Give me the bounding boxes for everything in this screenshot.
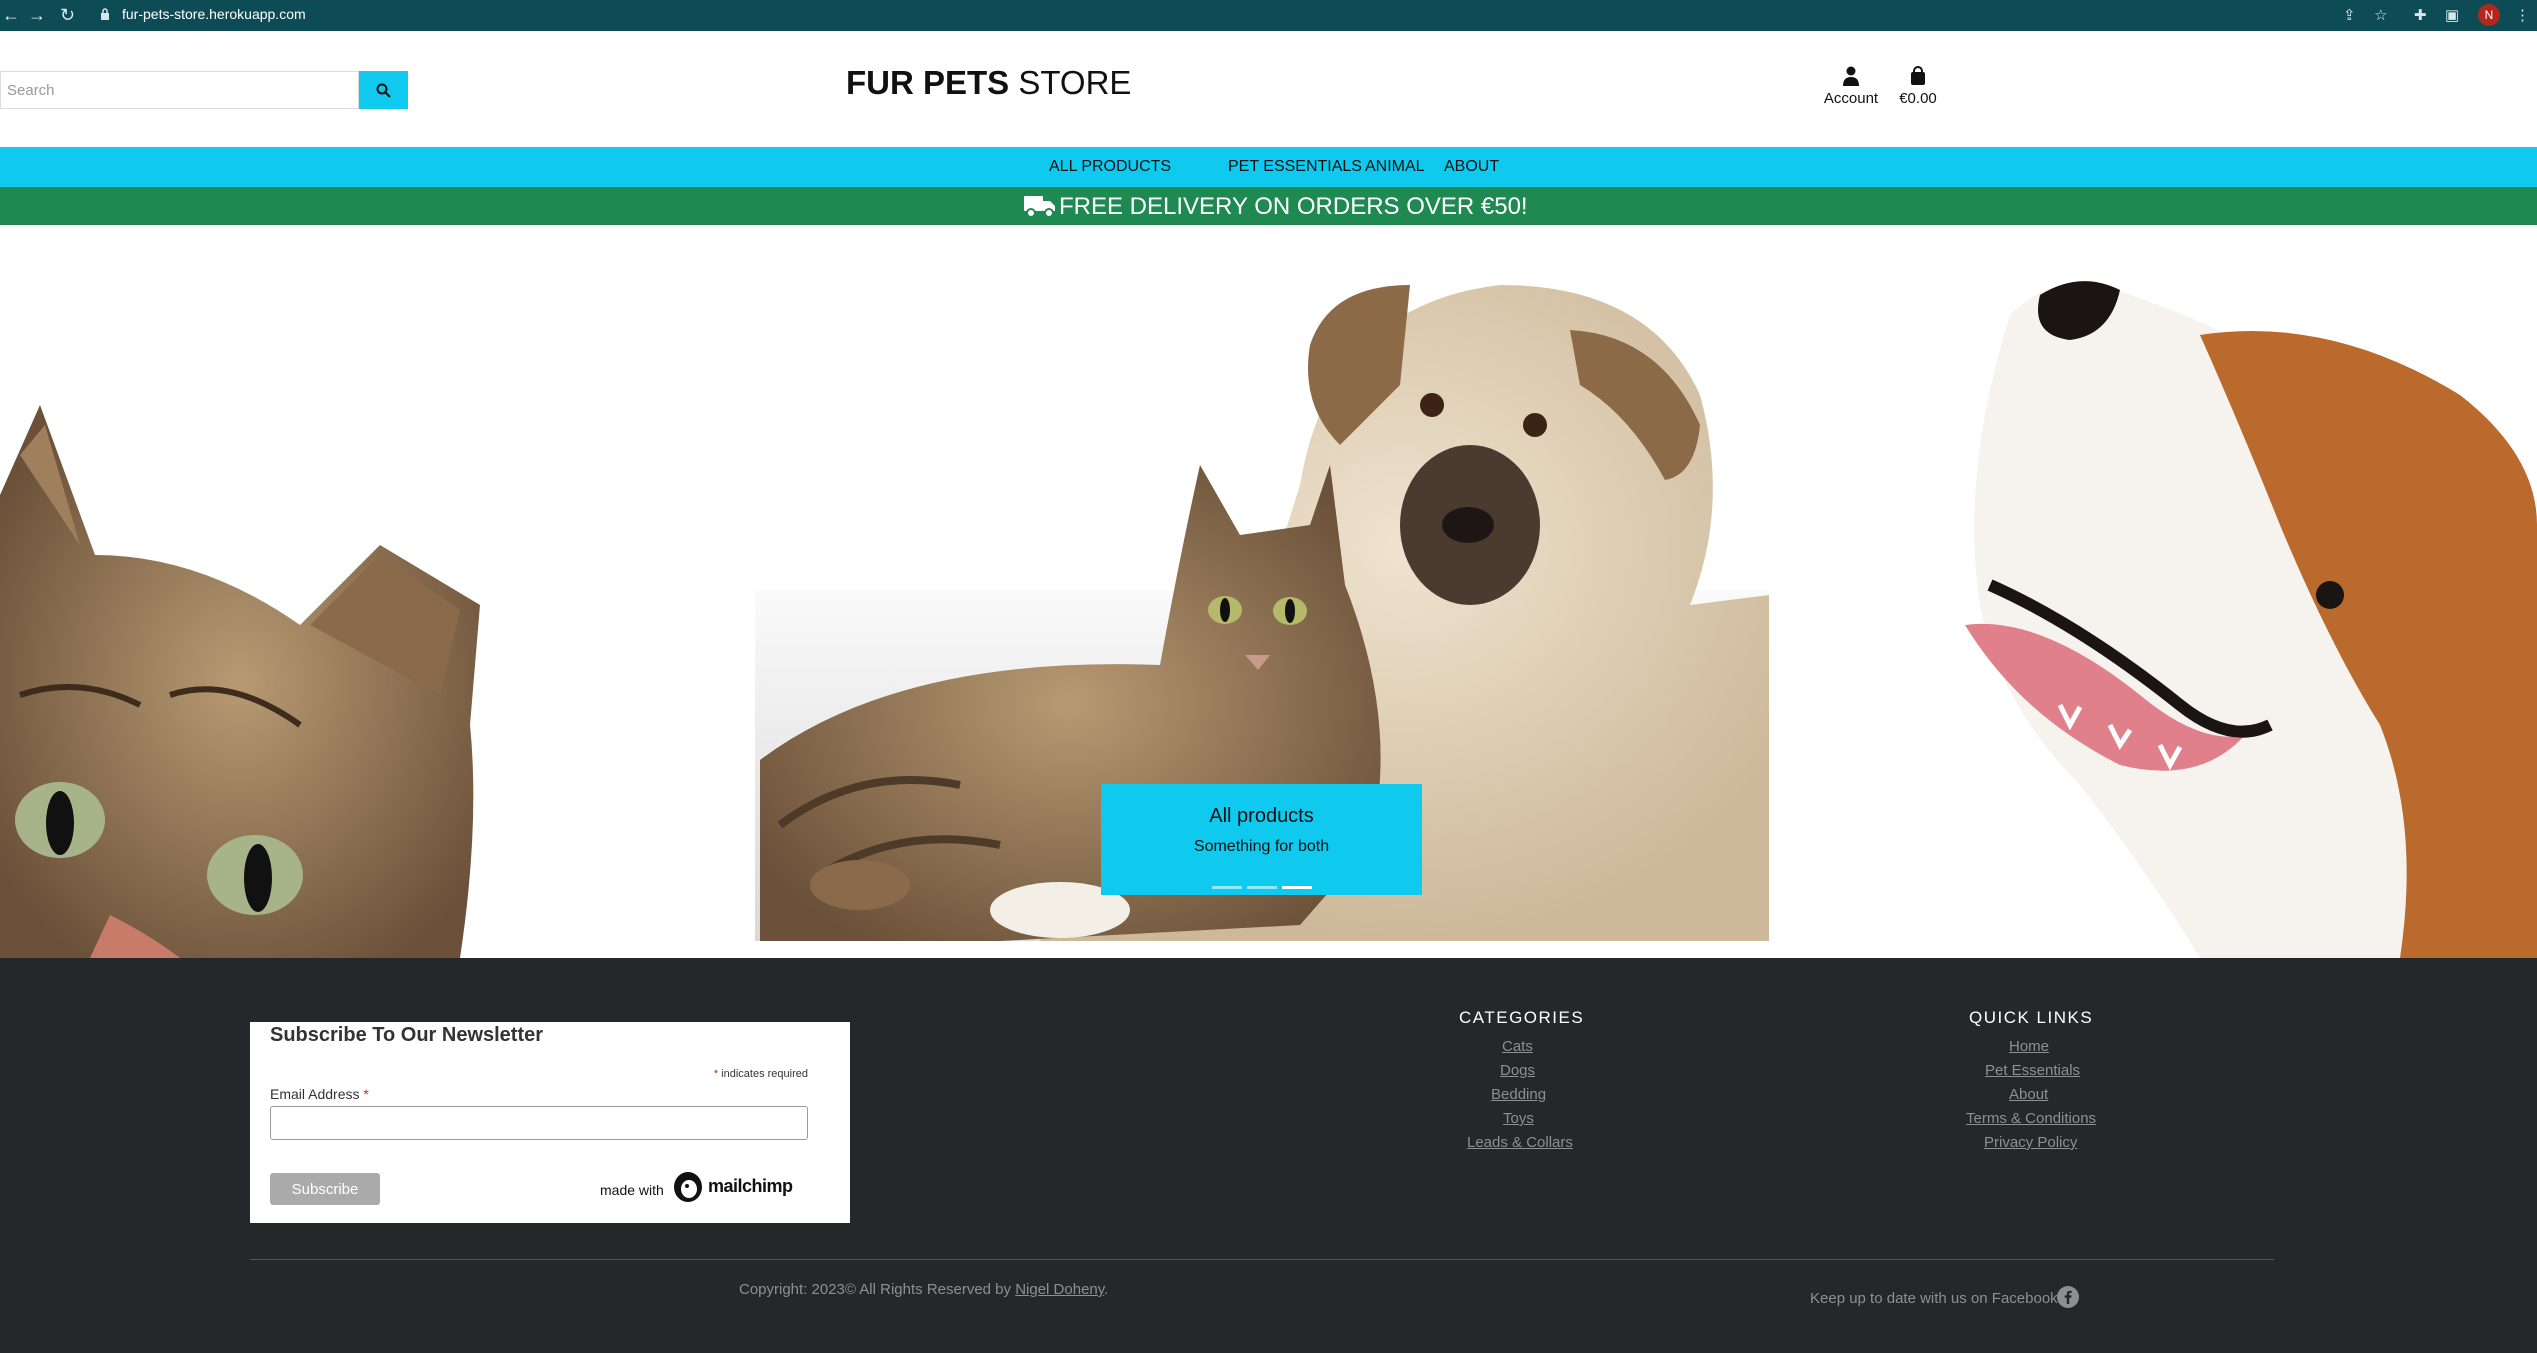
nav-pet-essentials[interactable]: PET ESSENTIALS [1228,158,1362,176]
categories-title: CATEGORIES [1459,1008,1585,1027]
address-bar[interactable]: fur-pets-store.herokuapp.com [122,6,306,22]
extensions-icon[interactable]: ✚ [2414,6,2427,24]
subscribe-button[interactable]: Subscribe [270,1173,380,1205]
shopping-bag-icon [1911,66,1925,85]
search-button[interactable] [359,71,408,109]
nav-about[interactable]: ABOUT [1444,158,1499,176]
right-dog-illustration [1965,281,2537,958]
made-with-text: made with [600,1182,664,1198]
carousel-indicator-2[interactable] [1247,886,1277,889]
footer-divider [250,1259,2274,1260]
star-icon[interactable]: ☆ [2374,6,2387,24]
browser-toolbar: ← → ↻ fur-pets-store.herokuapp.com ⇪ ☆ ✚… [0,0,2537,31]
shopping-bag-link[interactable]: €0.00 [1893,66,1943,107]
mailchimp-logo-text[interactable]: mailchimp [708,1176,793,1197]
category-link-dogs[interactable]: Dogs [1500,1062,1535,1079]
delivery-message: FREE DELIVERY ON ORDERS OVER €50! [1059,193,1528,220]
nav-animal[interactable]: ANIMAL [1365,158,1425,176]
share-icon[interactable]: ⇪ [2343,6,2356,24]
category-link-leads-collars[interactable]: Leads & Collars [1467,1134,1573,1151]
back-arrow-icon[interactable]: ← [2,4,20,26]
account-label: Account [1823,90,1879,107]
search-icon [376,83,391,98]
facebook-icon[interactable] [2057,1286,2079,1308]
category-link-toys[interactable]: Toys [1503,1110,1534,1127]
account-link[interactable]: Account [1816,66,1886,107]
main-navigation: ALL PRODUCTS PET ESSENTIALS ANIMAL ABOUT [0,147,2537,187]
quick-link-about[interactable]: About [2009,1086,2048,1103]
logo-light-text: STORE [1009,64,1132,101]
profile-avatar[interactable]: N [2478,4,2500,26]
quick-link-privacy[interactable]: Privacy Policy [1984,1134,2077,1151]
user-icon [1843,66,1859,86]
carousel-caption[interactable]: All products Something for both [1101,784,1422,895]
delivery-truck-icon [1024,196,1055,218]
category-link-cats[interactable]: Cats [1502,1038,1533,1055]
store-logo[interactable]: FUR PETS STORE [846,64,1131,102]
mailchimp-icon[interactable] [672,1170,704,1204]
quick-link-pet-essentials[interactable]: Pet Essentials [1985,1062,2080,1079]
carousel-caption-title: All products [1209,805,1314,827]
copyright-text: Copyright: 2023© All Rights Reserved by … [739,1281,1109,1298]
menu-dots-icon[interactable]: ⋮ [2515,6,2530,24]
newsletter-form: Subscribe To Our Newsletter * indicates … [250,1022,850,1223]
carousel-caption-subtitle: Something for both [1193,838,1330,855]
bag-total: €0.00 [1899,90,1937,107]
logo-bold-text: FUR PETS [846,64,1010,101]
email-label: Email Address * [270,1086,369,1102]
search-input[interactable] [0,71,359,109]
nav-all-products[interactable]: ALL PRODUCTS [1049,158,1171,176]
quick-link-terms[interactable]: Terms & Conditions [1966,1110,2096,1127]
carousel-indicator-3[interactable] [1282,886,1312,889]
quick-links-title: QUICK LINKS [1969,1008,2094,1027]
left-cat-illustration [0,405,480,958]
quick-link-home[interactable]: Home [2009,1038,2049,1055]
side-panel-icon[interactable]: ▣ [2445,6,2459,24]
newsletter-title: Subscribe To Our Newsletter [270,1024,544,1046]
category-link-bedding[interactable]: Bedding [1491,1086,1546,1103]
required-note: * indicates required [713,1068,808,1080]
reload-icon[interactable]: ↻ [60,4,75,26]
author-link[interactable]: Nigel Doheny [1015,1281,1104,1298]
forward-arrow-icon[interactable]: → [28,4,46,26]
carousel-indicator-1[interactable] [1212,886,1242,889]
email-field[interactable] [270,1106,808,1140]
facebook-text: Keep up to date with us on Facebook [1810,1290,2058,1307]
lock-icon [101,8,109,20]
delivery-banner: FREE DELIVERY ON ORDERS OVER €50! [0,187,2537,225]
